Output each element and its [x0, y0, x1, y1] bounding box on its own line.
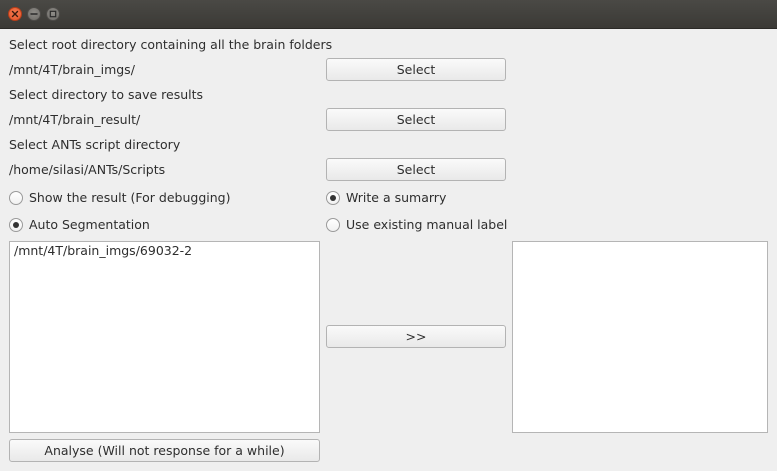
analyse-button[interactable]: Analyse (Will not response for a while) — [9, 439, 320, 462]
list-item[interactable]: /mnt/4T/brain_imgs/69032-2 — [10, 242, 319, 260]
use-manual-label-radio[interactable] — [326, 218, 340, 232]
ants-dir-label: Select ANTs script directory — [9, 137, 181, 152]
select-ants-dir-button[interactable]: Select — [326, 158, 506, 181]
select-save-dir-button[interactable]: Select — [326, 108, 506, 131]
close-icon[interactable] — [8, 7, 22, 21]
write-summary-radio[interactable] — [326, 191, 340, 205]
save-dir-path: /mnt/4T/brain_result/ — [9, 112, 141, 127]
source-folder-list[interactable]: /mnt/4T/brain_imgs/69032-2 — [9, 241, 320, 433]
root-dir-label: Select root directory containing all the… — [9, 37, 333, 52]
target-folder-list[interactable] — [512, 241, 768, 433]
root-dir-path: /mnt/4T/brain_imgs/ — [9, 62, 135, 77]
title-bar — [0, 0, 777, 29]
show-result-radio[interactable] — [9, 191, 23, 205]
select-root-dir-button[interactable]: Select — [326, 58, 506, 81]
transfer-button[interactable]: >> — [326, 325, 506, 348]
use-manual-label-label: Use existing manual label — [346, 217, 508, 232]
auto-segmentation-radio[interactable] — [9, 218, 23, 232]
minimize-icon[interactable] — [27, 7, 41, 21]
ants-dir-path: /home/silasi/ANTs/Scripts — [9, 162, 166, 177]
write-summary-label: Write a sumarry — [346, 190, 447, 205]
auto-segmentation-label: Auto Segmentation — [29, 217, 150, 232]
save-dir-label: Select directory to save results — [9, 87, 204, 102]
maximize-icon[interactable] — [46, 7, 60, 21]
show-result-label: Show the result (For debugging) — [29, 190, 231, 205]
